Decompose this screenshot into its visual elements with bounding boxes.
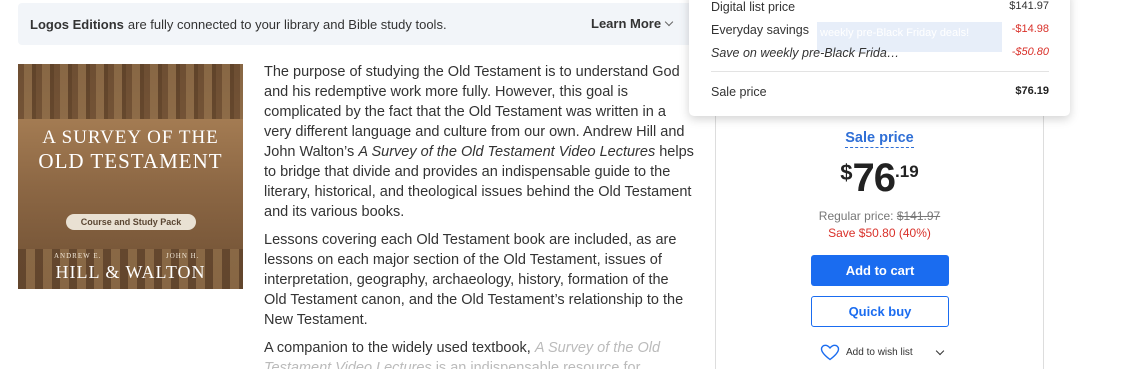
breakdown-value: $76.19 — [1015, 85, 1049, 97]
cover-author-first-left: ANDREW E. — [54, 252, 102, 260]
quick-buy-button[interactable]: Quick buy — [811, 296, 949, 327]
banner-strong: Logos Editions — [30, 16, 124, 32]
sale-price-toggle[interactable]: Sale price — [716, 130, 1043, 148]
cover-title-line2: OLD TESTAMENT — [38, 149, 223, 173]
breakdown-label: Digital list price — [711, 0, 796, 14]
breakdown-row: Digital list price $141.97 — [711, 0, 1049, 14]
add-to-cart-button[interactable]: Add to cart — [811, 255, 949, 286]
banner-text: are fully connected to your library and … — [127, 16, 447, 32]
price-breakdown-popup: weekly pre-Black Friday deals! Digital l… — [689, 0, 1070, 116]
work-title: A Survey of the Old Testament Video Lect… — [358, 144, 656, 160]
breakdown-row: Save on weekly pre-Black Frida… -$50.80 — [711, 46, 1049, 60]
regular-price-value: $141.97 — [896, 209, 941, 223]
purchase-panel: Sale price $76.19 Regular price: $141.97… — [715, 100, 1044, 369]
editions-banner: Logos Editions are fully connected to yo… — [18, 3, 698, 45]
chevron-down-icon[interactable] — [935, 346, 944, 356]
heart-outline-icon — [820, 344, 840, 361]
chevron-down-icon — [664, 17, 674, 27]
breakdown-label: Sale price — [711, 85, 767, 99]
savings-text: Save $50.80 (40%) — [828, 226, 931, 240]
price-dollars: 76 — [852, 156, 896, 200]
cover-pill: Course and Study Pack — [66, 214, 196, 230]
breakdown-label: Save on weekly pre-Black Frida… — [711, 46, 900, 60]
description-paragraph: A companion to the widely used textbook,… — [264, 338, 694, 369]
learn-more-label: Learn More — [591, 16, 662, 31]
description-paragraph: Lessons covering each Old Testament book… — [264, 232, 684, 328]
add-to-wish-list[interactable]: Add to wish list — [820, 344, 944, 361]
cover-author-first-right: JOHN H. — [166, 252, 200, 260]
cover-relief-top — [18, 64, 243, 119]
sale-price: $76.19 — [716, 156, 1043, 201]
price-cents: .19 — [895, 162, 919, 181]
breakdown-value: -$50.80 — [1011, 46, 1049, 58]
regular-price: Regular price: $141.97 — [818, 209, 941, 223]
cover-title-line1: A SURVEY OF THE — [42, 127, 219, 148]
breakdown-row: Sale price $76.19 — [711, 85, 1049, 99]
breakdown-divider — [711, 71, 1049, 72]
product-description: The purpose of studying the Old Testamen… — [264, 62, 694, 369]
description-paragraph: The purpose of studying the Old Testamen… — [264, 64, 694, 220]
breakdown-row: Everyday savings -$14.98 — [711, 23, 1049, 37]
wish-list-label[interactable]: Add to wish list — [846, 347, 913, 358]
price-currency: $ — [840, 160, 853, 185]
product-cover-image: A SURVEY OF THE OLD TESTAMENT Course and… — [18, 64, 243, 289]
breakdown-value: -$14.98 — [1011, 23, 1049, 35]
cover-authors: HILL & WALTON — [55, 262, 206, 282]
learn-more-link[interactable]: Learn More — [591, 16, 674, 31]
breakdown-label: Everyday savings — [711, 23, 809, 37]
breakdown-value: $141.97 — [1009, 0, 1049, 12]
